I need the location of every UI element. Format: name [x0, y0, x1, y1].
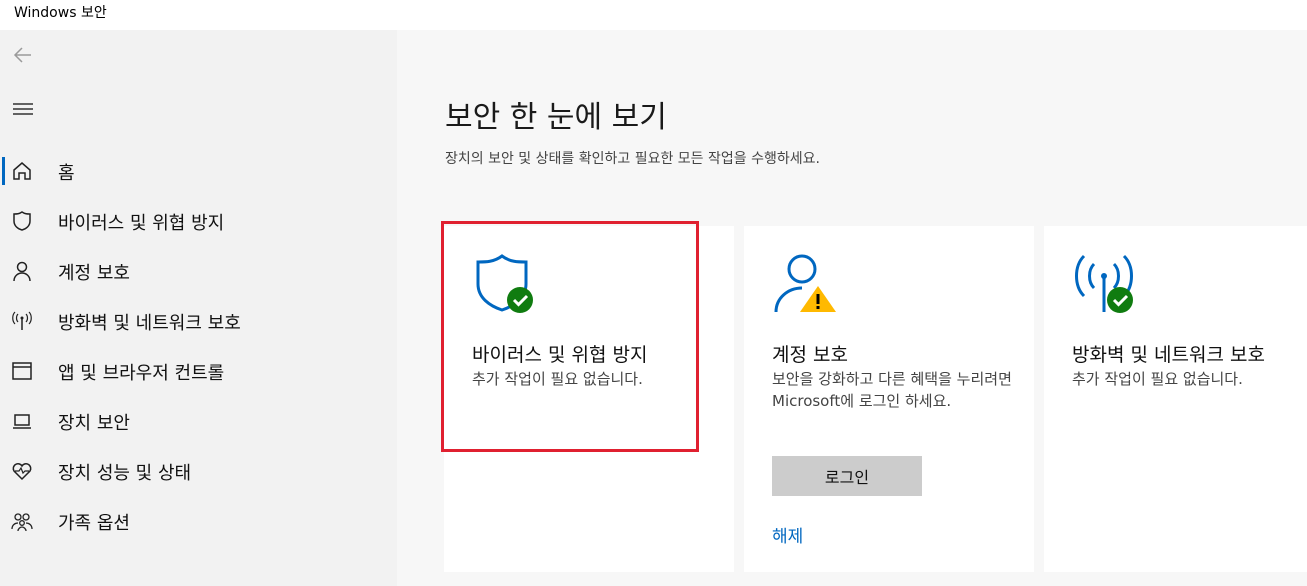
sidebar-item-label: 가족 옵션 [58, 513, 130, 534]
sidebar-item-virus-protection[interactable]: 바이러스 및 위협 방지 [0, 199, 397, 243]
card-firewall-protection[interactable]: 방화벽 및 네트워크 보호 추가 작업이 필요 없습니다. [1044, 226, 1307, 572]
shield-icon [10, 209, 34, 233]
window-title: Windows 보안 [14, 5, 107, 21]
sidebar-item-device-performance[interactable]: 장치 성능 및 상태 [0, 449, 397, 493]
browser-window-icon [10, 359, 34, 383]
card-title: 방화벽 및 네트워크 보호 [1072, 344, 1265, 366]
antenna-icon [10, 309, 34, 333]
family-icon [10, 509, 34, 533]
active-indicator [2, 157, 5, 185]
antenna-check-icon [1072, 252, 1136, 316]
hamburger-icon [13, 103, 33, 115]
arrow-left-icon [13, 47, 31, 63]
person-warning-icon [772, 252, 836, 316]
highlight-box [441, 221, 699, 452]
sidebar-item-device-security[interactable]: 장치 보안 [0, 399, 397, 443]
sidebar-item-label: 장치 보안 [58, 413, 130, 434]
page-title: 보안 한 눈에 보기 [445, 100, 667, 135]
login-button[interactable]: 로그인 [772, 456, 922, 496]
sidebar-item-label: 방화벽 및 네트워크 보호 [58, 313, 241, 334]
sidebar-item-label: 장치 성능 및 상태 [58, 463, 192, 484]
sidebar: 홈 바이러스 및 위협 방지 계정 보호 방화벽 및 네트워크 보호 앱 및 브… [0, 30, 397, 586]
card-description: 추가 작업이 필요 없습니다. [1072, 370, 1243, 388]
sidebar-item-home[interactable]: 홈 [0, 149, 397, 193]
card-title: 계정 보호 [772, 344, 848, 366]
sidebar-item-firewall[interactable]: 방화벽 및 네트워크 보호 [0, 299, 397, 343]
card-description: 보안을 강화하고 다른 혜택을 누리려면 Microsoft에 로그인 하세요. [772, 370, 1012, 410]
title-bar: Windows 보안 [0, 0, 1307, 30]
heart-pulse-icon [10, 459, 34, 483]
sidebar-item-family-options[interactable]: 가족 옵션 [0, 499, 397, 543]
page-subtitle: 장치의 보안 및 상태를 확인하고 필요한 모든 작업을 수행하세요. [445, 151, 820, 167]
sidebar-item-label: 앱 및 브라우저 컨트롤 [58, 363, 225, 384]
sidebar-item-label: 바이러스 및 위협 방지 [58, 213, 225, 234]
laptop-icon [10, 409, 34, 433]
person-icon [10, 259, 34, 283]
card-account-protection[interactable]: 계정 보호 보안을 강화하고 다른 혜택을 누리려면 Microsoft에 로그… [744, 226, 1034, 572]
home-icon [10, 159, 34, 183]
sidebar-item-account-protection[interactable]: 계정 보호 [0, 249, 397, 293]
back-button[interactable] [8, 40, 38, 70]
sidebar-item-label: 계정 보호 [58, 263, 130, 284]
dismiss-link[interactable]: 해제 [772, 522, 803, 547]
sidebar-item-label: 홈 [58, 163, 75, 184]
sidebar-item-app-browser-control[interactable]: 앱 및 브라우저 컨트롤 [0, 349, 397, 393]
menu-button[interactable] [8, 94, 38, 124]
